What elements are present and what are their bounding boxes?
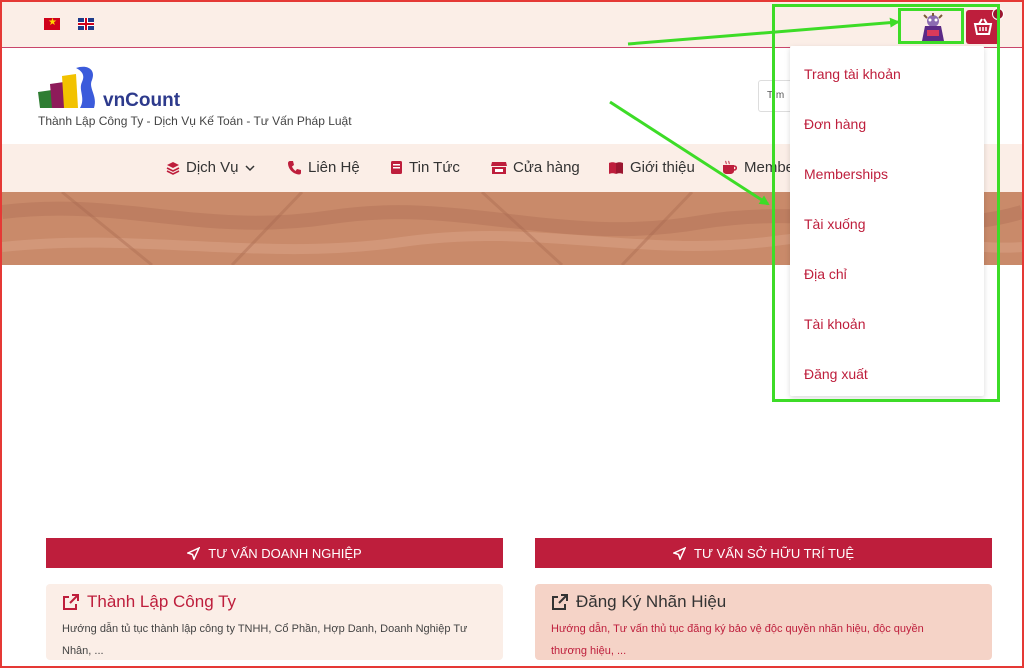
ip-consulting-button[interactable]: TƯ VẤN SỞ HỮU TRÍ TUỆ (535, 538, 992, 568)
menu-item-memberships[interactable]: Memberships (804, 166, 888, 182)
search-input[interactable]: Tìm (758, 80, 794, 112)
chevron-down-icon (245, 164, 255, 171)
top-bar (2, 2, 1022, 48)
phone-icon (288, 161, 301, 175)
nav-label: Giới thiệu (630, 159, 695, 176)
cart-count-badge (992, 8, 1004, 20)
card-description-line: thương hiệu, ... (551, 645, 627, 657)
service-card-company-setup: Thành Lập Công Ty Hướng dẫn tủ tục thành… (46, 584, 503, 660)
user-avatar-icon[interactable] (918, 12, 948, 42)
card-title-text: Đăng Ký Nhãn Hiệu (576, 592, 727, 611)
nav-item-member[interactable]: Member (722, 159, 799, 176)
site-logo[interactable] (36, 62, 106, 110)
card-title-link[interactable]: Đăng Ký Nhãn Hiệu (551, 592, 976, 612)
section-button-label: TƯ VẤN SỞ HỮU TRÍ TUỆ (694, 545, 854, 561)
book-icon (391, 161, 402, 174)
card-title-text: Thành Lập Công Ty (87, 592, 237, 611)
menu-item-orders[interactable]: Đơn hàng (804, 116, 866, 132)
business-consulting-button[interactable]: TƯ VẤN DOANH NGHIỆP (46, 538, 503, 568)
open-book-icon (609, 161, 623, 174)
card-title-link[interactable]: Thành Lập Công Ty (62, 592, 487, 612)
section-button-label: TƯ VẤN DOANH NGHIỆP (208, 545, 362, 561)
menu-item-addresses[interactable]: Địa chỉ (804, 266, 847, 282)
external-link-icon (552, 593, 568, 610)
nav-item-contact[interactable]: Liên Hệ (287, 159, 360, 176)
site-tagline: Thành Lập Công Ty - Dịch Vụ Kế Toán - Tư… (38, 114, 352, 128)
card-description-line: Hướng dẫn, Tư vấn thủ tục đăng ký bảo vệ… (551, 623, 924, 635)
nav-label: Liên Hệ (308, 159, 360, 176)
nav-item-news[interactable]: Tin Tức (390, 159, 460, 176)
menu-item-account-details[interactable]: Tài khoản (804, 316, 865, 332)
card-description-line: Hướng dẫn tủ tục thành lập công ty TNHH,… (62, 623, 468, 635)
logo-text[interactable]: vnCount (103, 90, 180, 112)
store-icon (491, 161, 507, 174)
layers-icon (166, 161, 180, 175)
nav-label: Tin Tức (409, 159, 460, 176)
basket-icon (973, 18, 993, 35)
service-card-trademark: Đăng Ký Nhãn Hiệu Hướng dẫn, Tư vấn thủ … (535, 584, 992, 660)
card-description-line: Nhân, ... (62, 645, 104, 657)
coffee-icon (723, 160, 738, 174)
external-link-icon (63, 593, 79, 610)
vietnamese-flag-icon[interactable]: ★ (44, 17, 60, 30)
menu-item-logout[interactable]: Đăng xuất (804, 366, 868, 382)
english-flag-icon[interactable] (78, 18, 94, 30)
account-dropdown-menu: Trang tài khoản Đơn hàng Memberships Tài… (790, 46, 984, 396)
nav-item-shop[interactable]: Cửa hàng (491, 159, 580, 176)
send-icon (673, 546, 686, 560)
nav-item-services[interactable]: Dịch Vụ (166, 159, 255, 176)
nav-item-about[interactable]: Giới thiệu (608, 159, 695, 176)
send-icon (187, 546, 201, 560)
menu-item-account-page[interactable]: Trang tài khoản (804, 66, 901, 82)
nav-label: Cửa hàng (513, 159, 580, 176)
nav-label: Dịch Vụ (186, 159, 239, 176)
menu-item-downloads[interactable]: Tài xuống (804, 216, 865, 232)
